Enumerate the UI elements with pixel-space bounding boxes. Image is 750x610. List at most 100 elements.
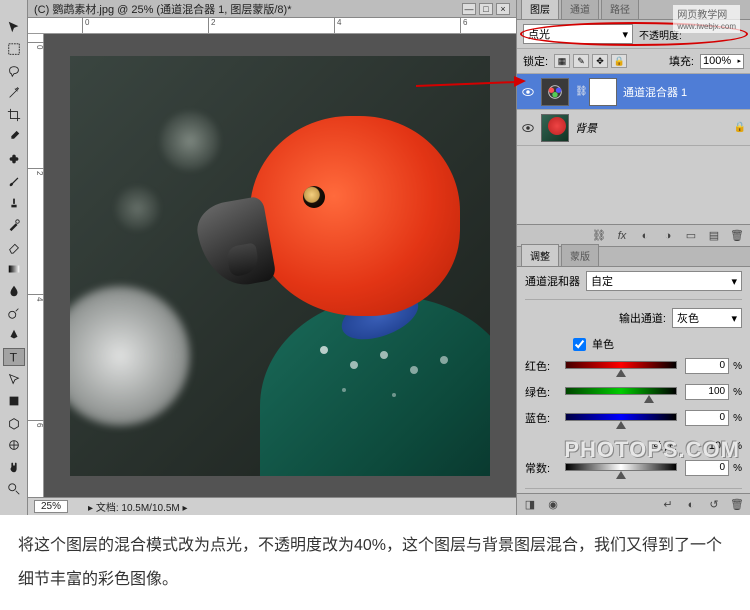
document-tabbar: (C) 鹦鹉素材.jpg @ 25% (通道混合器 1, 图层蒙版/8)* — … [28, 0, 516, 18]
type-tool[interactable]: T [3, 348, 25, 366]
visibility-icon[interactable] [521, 121, 535, 135]
fx-icon[interactable]: fx [615, 229, 629, 243]
hand-tool[interactable] [3, 458, 25, 476]
layer-thumb [541, 114, 569, 142]
svg-text:T: T [9, 350, 17, 364]
visibility-icon[interactable] [521, 85, 535, 99]
tab-mask[interactable]: 蒙版 [561, 244, 599, 266]
output-channel-label: 输出通道: [619, 310, 666, 326]
document-area: (C) 鹦鹉素材.jpg @ 25% (通道混合器 1, 图层蒙版/8)* — … [28, 0, 516, 515]
mask-icon[interactable]: ◐ [638, 229, 652, 243]
monochrome-label: 单色 [592, 336, 614, 352]
fill-label: 填充: [669, 53, 694, 69]
lock-icon: 🔒 [734, 122, 746, 133]
marquee-tool[interactable] [3, 40, 25, 58]
link-layers-icon[interactable]: ⛓ [592, 229, 606, 243]
monochrome-checkbox[interactable] [573, 338, 586, 351]
mask-thumb [589, 78, 617, 106]
document-title: (C) 鹦鹉素材.jpg @ 25% (通道混合器 1, 图层蒙版/8)* [34, 1, 291, 17]
lock-pixels-icon[interactable]: ✎ [573, 54, 589, 68]
move-tool[interactable] [3, 18, 25, 36]
adjustments-panel: 调整 蒙版 通道混和器 自定▾ 输出通道: 灰色▾ 单色 红色: 0 % [517, 246, 750, 515]
blue-slider[interactable] [565, 413, 677, 423]
layer-lock-row: 锁定: ▦ ✎ ✥ 🔒 填充: 100%▸ [517, 49, 750, 74]
gradient-tool[interactable] [3, 260, 25, 278]
wand-tool[interactable] [3, 84, 25, 102]
doc-size: ▸ 文档: 10.5M/10.5M ▸ [88, 499, 188, 514]
zoom-tool[interactable] [3, 480, 25, 498]
tab-layers[interactable]: 图层 [521, 0, 559, 19]
3d-camera-tool[interactable] [3, 436, 25, 454]
adjustment-thumb [541, 78, 569, 106]
3d-tool[interactable] [3, 414, 25, 432]
eyedropper-tool[interactable] [3, 128, 25, 146]
eraser-tool[interactable] [3, 238, 25, 256]
tutorial-caption: 将这个图层的混合模式改为点光，不透明度改为40%，这个图层与背景图层混合，我们又… [0, 515, 750, 610]
green-slider-row: 绿色: 100 % [517, 382, 750, 408]
layer-name: 背景 [575, 120, 597, 136]
red-value[interactable]: 0 [685, 358, 729, 374]
canvas-viewport[interactable] [44, 34, 516, 497]
layer-name: 通道混合器 1 [623, 84, 687, 100]
clip-icon[interactable]: ↵ [661, 498, 675, 512]
red-slider[interactable] [565, 361, 677, 371]
layers-panel-footer: ⛓ fx ◐ ◑ ▭ ▤ 🗑 [517, 224, 750, 246]
lock-position-icon[interactable]: ✥ [592, 54, 608, 68]
maximize-button[interactable]: □ [479, 3, 493, 15]
lock-transparency-icon[interactable]: ▦ [554, 54, 570, 68]
document-statusbar: 25% ▸ 文档: 10.5M/10.5M ▸ [28, 497, 516, 515]
blue-slider-row: 蓝色: 0 % [517, 408, 750, 434]
layer-channel-mixer[interactable]: ⛓ 通道混合器 1 [517, 74, 750, 110]
group-icon[interactable]: ▭ [684, 229, 698, 243]
watermark-bottom: PHOTOPS.COM [564, 437, 740, 463]
trash-icon[interactable]: 🗑 [730, 229, 744, 243]
tab-adjust[interactable]: 调整 [521, 244, 559, 266]
watermark-top: 网页教学网www.iwebjx.com [673, 5, 740, 33]
pen-tool[interactable] [3, 326, 25, 344]
heal-tool[interactable] [3, 150, 25, 168]
dodge-tool[interactable] [3, 304, 25, 322]
link-icon: ⛓ [575, 86, 583, 97]
adjustments-panel-footer: ◨ ◉ ↵ ◐ ↺ 🗑 [517, 493, 750, 515]
crop-tool[interactable] [3, 106, 25, 124]
canvas-image [70, 56, 490, 476]
lasso-tool[interactable] [3, 62, 25, 80]
constant-slider[interactable] [565, 463, 677, 473]
blue-value[interactable]: 0 [685, 410, 729, 426]
tools-toolbar: T [0, 0, 28, 515]
ruler-horizontal[interactable]: 0 2 4 6 [28, 18, 516, 34]
lock-all-icon[interactable]: 🔒 [611, 54, 627, 68]
layer-background[interactable]: 背景 🔒 [517, 110, 750, 146]
tab-paths[interactable]: 路径 [601, 0, 639, 19]
history-brush-tool[interactable] [3, 216, 25, 234]
green-value[interactable]: 100 [685, 384, 729, 400]
lock-label: 锁定: [523, 53, 548, 69]
reset-icon[interactable]: ↺ [707, 498, 721, 512]
shape-tool[interactable] [3, 392, 25, 410]
channel-mixer-label: 通道混和器 [525, 273, 580, 289]
stamp-tool[interactable] [3, 194, 25, 212]
preview-icon[interactable]: ◉ [546, 498, 560, 512]
prev-state-icon[interactable]: ◐ [684, 498, 698, 512]
blend-mode-dropdown[interactable]: 点光▾ [523, 24, 633, 44]
output-channel-dropdown[interactable]: 灰色▾ [672, 308, 742, 328]
blur-tool[interactable] [3, 282, 25, 300]
tab-channels[interactable]: 通道 [561, 0, 599, 19]
zoom-field[interactable]: 25% [34, 500, 68, 513]
new-layer-icon[interactable]: ▤ [707, 229, 721, 243]
fill-opacity-field[interactable]: 100%▸ [700, 54, 744, 69]
delete-icon[interactable]: 🗑 [730, 498, 744, 512]
window-controls: — □ × [462, 3, 510, 15]
minimize-button[interactable]: — [462, 3, 476, 15]
layers-list: ⛓ 通道混合器 1 背景 🔒 [517, 74, 750, 146]
toggle-view-icon[interactable]: ◨ [523, 498, 537, 512]
adjustment-icon[interactable]: ◑ [661, 229, 675, 243]
path-select-tool[interactable] [3, 370, 25, 388]
brush-tool[interactable] [3, 172, 25, 190]
red-slider-row: 红色: 0 % [517, 356, 750, 382]
ruler-vertical[interactable]: 0 2 4 6 [28, 34, 44, 497]
photoshop-window: 网页教学网www.iwebjx.com PHOTOPS.COM T (C) 鹦鹉… [0, 0, 750, 515]
preset-dropdown[interactable]: 自定▾ [586, 271, 742, 291]
close-button[interactable]: × [496, 3, 510, 15]
green-slider[interactable] [565, 387, 677, 397]
